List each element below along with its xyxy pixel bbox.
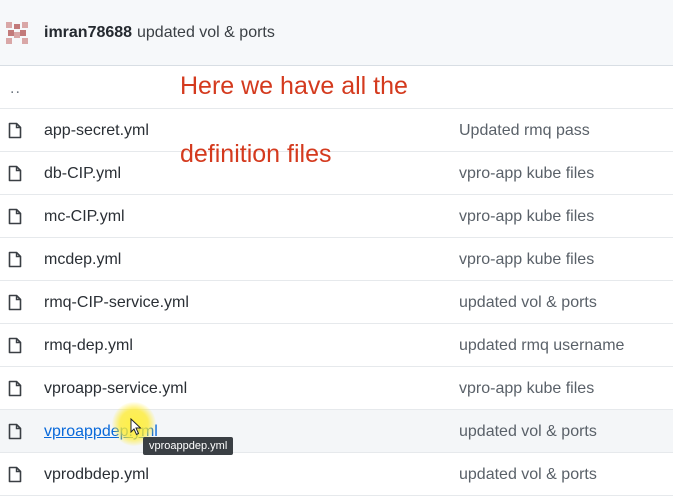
- commit-author[interactable]: imran78688: [44, 24, 132, 42]
- file-icon: [8, 208, 22, 225]
- file-icon: [8, 251, 22, 268]
- file-name-link[interactable]: mc-CIP.yml: [44, 208, 125, 226]
- file-commit-message[interactable]: updated vol & ports: [459, 423, 597, 441]
- file-row-hovered[interactable]: vproappdep.yml updated vol & ports: [0, 410, 673, 453]
- file-name-link[interactable]: db-CIP.yml: [44, 165, 121, 183]
- annotation-line-2: definition files: [180, 140, 332, 168]
- file-row[interactable]: rmq-CIP-service.yml updated vol & ports: [0, 281, 673, 324]
- file-icon: [8, 165, 22, 182]
- file-row[interactable]: db-CIP.yml vpro-app kube files: [0, 152, 673, 195]
- file-icon: [8, 466, 22, 483]
- file-commit-message[interactable]: updated vol & ports: [459, 466, 597, 484]
- annotation-line-1: Here we have all the: [180, 72, 408, 100]
- pointer-cursor-icon: [130, 418, 142, 436]
- identicon-avatar[interactable]: [4, 20, 30, 46]
- parent-directory-link[interactable]: ..: [10, 80, 21, 98]
- file-name-link[interactable]: mcdep.yml: [44, 251, 121, 269]
- file-row[interactable]: mc-CIP.yml vpro-app kube files: [0, 195, 673, 238]
- file-icon: [8, 423, 22, 440]
- file-icon: [8, 337, 22, 354]
- file-row[interactable]: mcdep.yml vpro-app kube files: [0, 238, 673, 281]
- file-icon: [8, 380, 22, 397]
- file-name-tooltip: vproappdep.yml: [143, 437, 234, 455]
- file-name-link[interactable]: vprodbdep.yml: [44, 466, 149, 484]
- file-row[interactable]: app-secret.yml Updated rmq pass: [0, 109, 673, 152]
- file-name-link[interactable]: rmq-CIP-service.yml: [44, 294, 189, 312]
- file-icon: [8, 122, 22, 139]
- commit-message[interactable]: updated vol & ports: [137, 24, 275, 42]
- file-name-link[interactable]: rmq-dep.yml: [44, 337, 133, 355]
- file-commit-message[interactable]: vpro-app kube files: [459, 251, 594, 269]
- file-commit-message[interactable]: updated rmq username: [459, 337, 624, 355]
- file-icon: [8, 294, 22, 311]
- file-name-link[interactable]: app-secret.yml: [44, 122, 149, 140]
- file-commit-message[interactable]: vpro-app kube files: [459, 165, 594, 183]
- latest-commit-bar: imran78688 updated vol & ports: [0, 0, 673, 66]
- file-row[interactable]: rmq-dep.yml updated rmq username: [0, 324, 673, 367]
- file-commit-message[interactable]: Updated rmq pass: [459, 122, 590, 140]
- file-name-link[interactable]: vproapp-service.yml: [44, 380, 187, 398]
- file-commit-message[interactable]: vpro-app kube files: [459, 208, 594, 226]
- file-row[interactable]: vprodbdep.yml updated vol & ports: [0, 453, 673, 496]
- file-commit-message[interactable]: updated vol & ports: [459, 294, 597, 312]
- file-commit-message[interactable]: vpro-app kube files: [459, 380, 594, 398]
- file-row[interactable]: vproapp-service.yml vpro-app kube files: [0, 367, 673, 410]
